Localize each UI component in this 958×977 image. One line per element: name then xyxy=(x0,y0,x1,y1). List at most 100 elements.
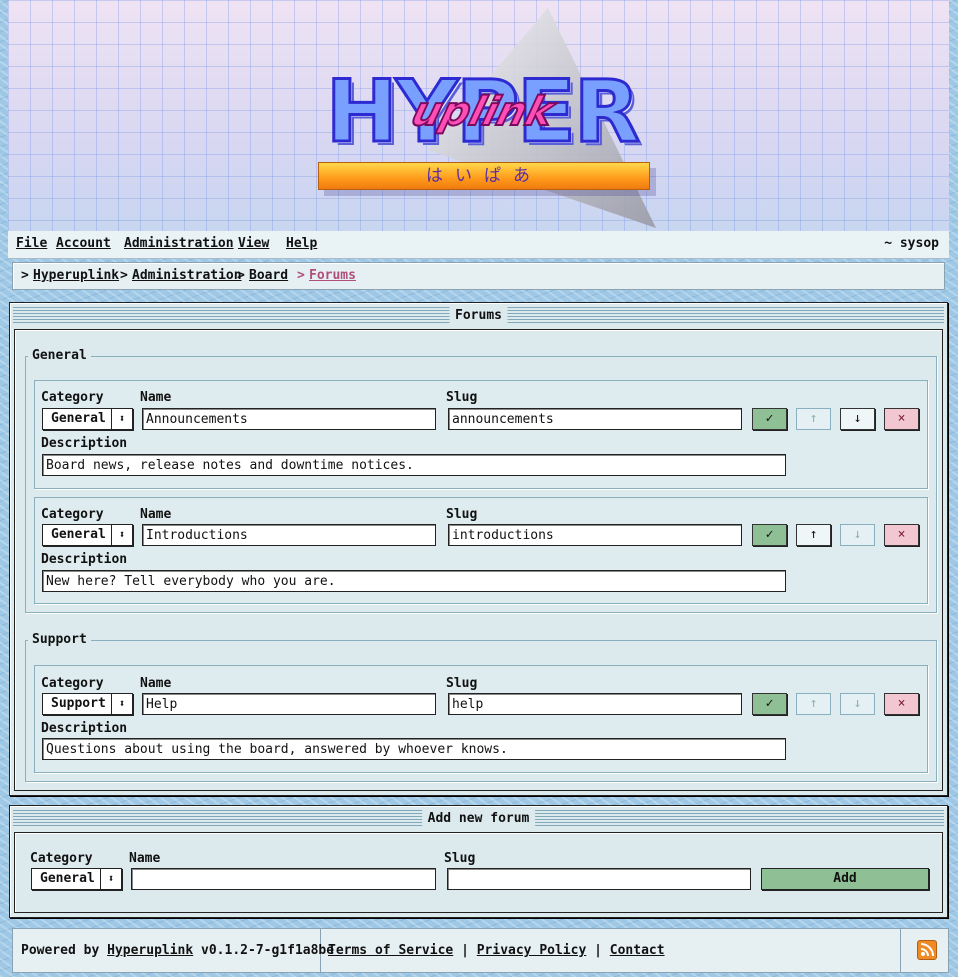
description-label: Description xyxy=(41,552,128,567)
menu-file[interactable]: File xyxy=(16,236,47,251)
rss-glyph xyxy=(920,943,934,957)
forum-description-input[interactable]: Questions about using the board, answere… xyxy=(42,738,786,760)
category-label: Category xyxy=(30,851,93,866)
breadcrumb-separator: > xyxy=(237,268,245,283)
powered-prefix: Powered by xyxy=(21,943,100,958)
logo-japanese-bar: はいぱあ xyxy=(318,162,650,190)
forum-slug-input[interactable]: announcements xyxy=(448,408,742,430)
move-down-button[interactable]: ↓ xyxy=(840,408,875,430)
menu-account[interactable]: Account xyxy=(56,236,111,251)
forum-slug-input[interactable]: help xyxy=(448,693,742,715)
slug-label: Slug xyxy=(446,507,478,522)
add-forum-window: Add new forum Category Name Slug General… xyxy=(9,805,948,918)
category-label: Category xyxy=(41,390,104,405)
save-button[interactable]: ✓ xyxy=(752,408,787,430)
forums-window: Forums General Category Name Slug Genera… xyxy=(9,302,948,796)
contact-link[interactable]: Contact xyxy=(610,943,665,958)
menu-view[interactable]: View xyxy=(238,236,269,251)
select-arrows-icon: ⬍ xyxy=(111,525,132,545)
category-select-value: Support xyxy=(51,696,106,711)
move-up-button[interactable]: ↑ xyxy=(796,524,831,546)
delete-button[interactable]: × xyxy=(884,408,919,430)
privacy-link[interactable]: Privacy Policy xyxy=(477,943,587,958)
rss-icon[interactable] xyxy=(917,940,937,960)
site-logo[interactable]: HYPER uplink はいぱあ xyxy=(308,61,653,196)
site-banner: HYPER uplink はいぱあ xyxy=(8,0,949,233)
category-label: Category xyxy=(41,507,104,522)
slug-label: Slug xyxy=(446,676,478,691)
forum-row: Category Name Slug Support ⬍ Help help ✓… xyxy=(34,665,928,773)
forums-window-body: General Category Name Slug General ⬍ Ann… xyxy=(14,329,943,791)
breadcrumb-forums[interactable]: Forums xyxy=(309,268,356,283)
new-forum-slug-input[interactable] xyxy=(447,868,751,890)
select-arrows-icon: ⬍ xyxy=(111,694,132,714)
category-select-value: General xyxy=(51,527,106,542)
name-label: Name xyxy=(140,507,172,522)
move-down-button[interactable]: ↓ xyxy=(840,524,875,546)
forum-name-input[interactable]: Announcements xyxy=(142,408,436,430)
description-label: Description xyxy=(41,721,128,736)
category-select[interactable]: Support ⬍ xyxy=(42,693,133,715)
forums-window-title: Forums xyxy=(449,307,508,324)
link-separator: | xyxy=(461,943,469,958)
footer-powered: Powered by Hyperuplink v0.1.2-7-g1f1a8be xyxy=(13,929,334,972)
breadcrumb-separator: > xyxy=(21,268,29,283)
menu-help[interactable]: Help xyxy=(286,236,317,251)
add-forum-titlebar: Add new forum xyxy=(13,810,944,827)
menu-administration[interactable]: Administration xyxy=(124,236,234,251)
select-arrows-icon: ⬍ xyxy=(100,869,121,889)
group-legend: Support xyxy=(28,632,91,648)
breadcrumb: > Hyperuplink > Administration > Board >… xyxy=(12,262,945,290)
save-button[interactable]: ✓ xyxy=(752,693,787,715)
breadcrumb-administration[interactable]: Administration xyxy=(132,268,242,283)
name-label: Name xyxy=(129,851,161,866)
menubar: File Account Administration View Help ~ … xyxy=(8,231,949,259)
breadcrumb-board[interactable]: Board xyxy=(249,268,288,283)
move-up-button[interactable]: ↑ xyxy=(796,408,831,430)
delete-button[interactable]: × xyxy=(884,524,919,546)
description-label: Description xyxy=(41,436,128,451)
forum-slug-input[interactable]: introductions xyxy=(448,524,742,546)
select-arrows-icon: ⬍ xyxy=(111,409,132,429)
hyperuplink-link[interactable]: Hyperuplink xyxy=(107,943,193,958)
name-label: Name xyxy=(140,390,172,405)
footer: Powered by Hyperuplink v0.1.2-7-g1f1a8be… xyxy=(12,928,949,973)
forum-name-input[interactable]: Introductions xyxy=(142,524,436,546)
footer-link-list: Terms of Service | Privacy Policy | Cont… xyxy=(328,943,665,958)
breadcrumb-hyperuplink[interactable]: Hyperuplink xyxy=(33,268,119,283)
forum-row: Category Name Slug General ⬍ Announcemen… xyxy=(34,380,928,489)
forums-window-titlebar: Forums xyxy=(13,307,944,324)
forum-name-input[interactable]: Help xyxy=(142,693,436,715)
breadcrumb-separator: > xyxy=(120,268,128,283)
logo-script: uplink xyxy=(406,88,560,136)
move-down-button[interactable]: ↓ xyxy=(840,693,875,715)
category-select-value: General xyxy=(40,871,95,886)
save-button[interactable]: ✓ xyxy=(752,524,787,546)
slug-label: Slug xyxy=(444,851,476,866)
page-shell: HYPER uplink はいぱあ File Account Administr… xyxy=(8,0,949,977)
name-label: Name xyxy=(140,676,172,691)
forum-description-input[interactable]: New here? Tell everybody who you are. xyxy=(42,570,786,592)
terms-link[interactable]: Terms of Service xyxy=(328,943,453,958)
slug-label: Slug xyxy=(446,390,478,405)
version-text: v0.1.2-7-g1f1a8be xyxy=(201,943,335,958)
move-up-button[interactable]: ↑ xyxy=(796,693,831,715)
new-forum-name-input[interactable] xyxy=(131,868,436,890)
powered-by-text: Powered by Hyperuplink v0.1.2-7-g1f1a8be xyxy=(21,943,334,958)
footer-links: Terms of Service | Privacy Policy | Cont… xyxy=(320,929,901,972)
category-select[interactable]: General ⬍ xyxy=(42,408,133,430)
category-select[interactable]: General ⬍ xyxy=(42,524,133,546)
add-forum-body: Category Name Slug General ⬍ Add xyxy=(14,832,943,913)
category-label: Category xyxy=(41,676,104,691)
add-button[interactable]: Add xyxy=(761,868,929,890)
breadcrumb-separator: > xyxy=(297,268,305,283)
forum-row: Category Name Slug General ⬍ Introductio… xyxy=(34,497,928,604)
link-separator: | xyxy=(594,943,602,958)
add-forum-title: Add new forum xyxy=(421,810,536,827)
current-user[interactable]: ~ sysop xyxy=(884,236,939,251)
new-category-select[interactable]: General ⬍ xyxy=(31,868,122,890)
delete-button[interactable]: × xyxy=(884,693,919,715)
group-legend: General xyxy=(28,348,91,364)
forum-description-input[interactable]: Board news, release notes and downtime n… xyxy=(42,454,786,476)
category-select-value: General xyxy=(51,411,106,426)
